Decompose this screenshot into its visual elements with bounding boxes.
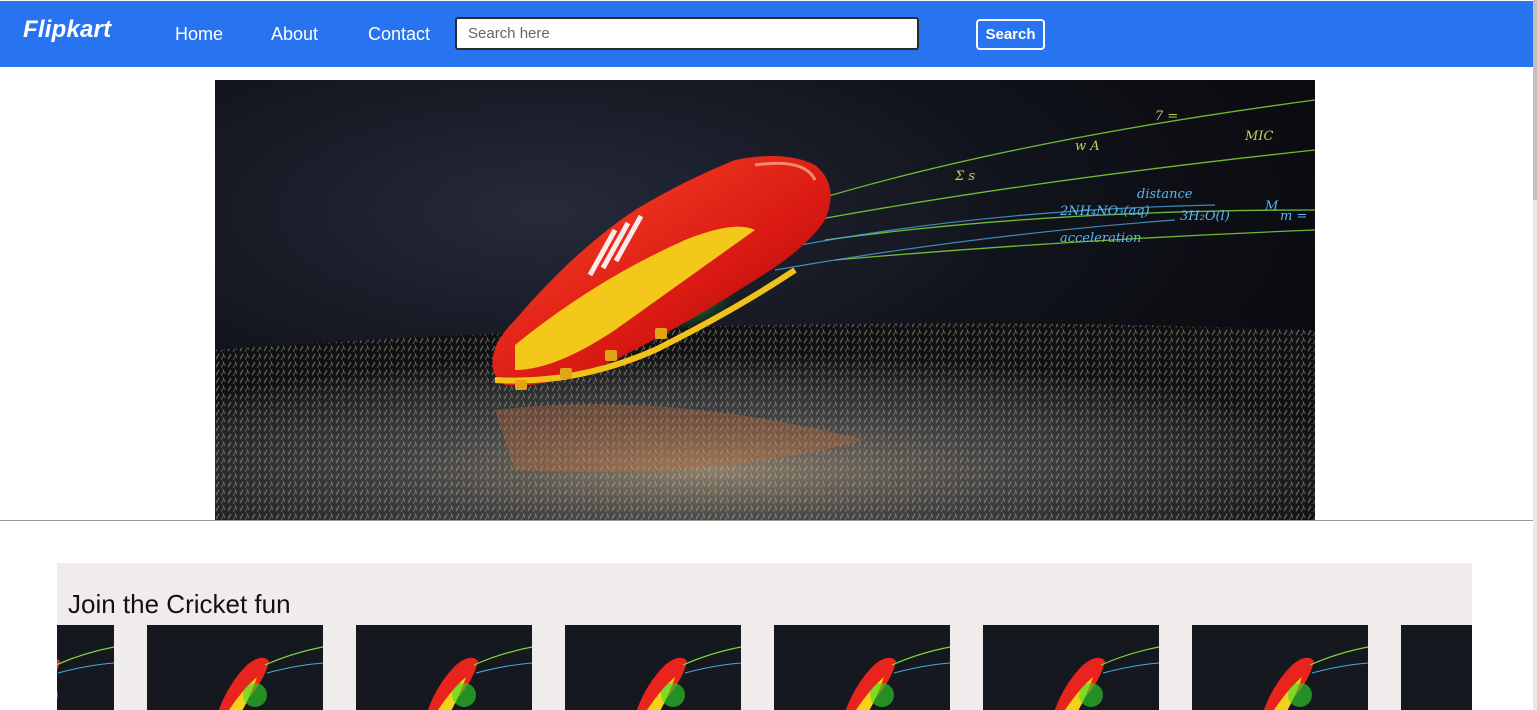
divider-line	[0, 520, 1533, 521]
formula-text: M	[1264, 199, 1279, 214]
formula-text: 2NH₄NO₃(aq)	[1059, 204, 1150, 219]
svg-text:MIC: MIC	[1244, 129, 1273, 144]
product-thumbnail	[1401, 625, 1472, 710]
product-thumbnail	[1192, 625, 1368, 710]
product-thumbnail	[57, 625, 114, 710]
product-card[interactable]	[1192, 625, 1368, 710]
product-card[interactable]	[565, 625, 741, 710]
nav-link-contact[interactable]: Contact	[368, 24, 430, 45]
product-card[interactable]	[356, 625, 532, 710]
section-title: Join the Cricket fun	[68, 589, 291, 619]
svg-text:Σ s: Σ s	[954, 169, 975, 184]
formula-text: distance	[1137, 187, 1193, 202]
product-thumbnail	[983, 625, 1159, 710]
product-card[interactable]	[774, 625, 950, 710]
svg-text:w A: w A	[1075, 139, 1100, 154]
nav-link-about[interactable]: About	[271, 24, 318, 45]
product-thumbnail	[147, 625, 323, 710]
football-boot-illustration: 7 = w A Σ s MIC 2NH₄NO₃(aq) 3H₂O(l) dist…	[215, 99, 1315, 520]
product-card[interactable]	[983, 625, 1159, 710]
brand-logo[interactable]: Flipkart	[23, 16, 111, 44]
product-card[interactable]	[57, 625, 114, 710]
formula-text: m =	[1280, 209, 1307, 224]
formula-text: acceleration	[1060, 231, 1141, 246]
product-card[interactable]	[1401, 625, 1472, 710]
hero-banner-image: 7 = w A Σ s MIC 2NH₄NO₃(aq) 3H₂O(l) dist…	[215, 80, 1315, 520]
formula-text: 3H₂O(l)	[1180, 209, 1230, 224]
scrollbar-thumb[interactable]	[1533, 0, 1537, 200]
top-navbar: Flipkart Home About Contact Search	[0, 1, 1533, 67]
product-thumbnail	[356, 625, 532, 710]
search-input[interactable]	[455, 17, 919, 50]
cricket-section: Join the Cricket fun	[57, 563, 1472, 710]
product-thumbnail	[774, 625, 950, 710]
nav-link-home[interactable]: Home	[175, 24, 223, 45]
product-card[interactable]	[147, 625, 323, 710]
product-thumbnail	[565, 625, 741, 710]
search-button[interactable]: Search	[976, 19, 1045, 50]
svg-text:7 =: 7 =	[1155, 109, 1178, 124]
